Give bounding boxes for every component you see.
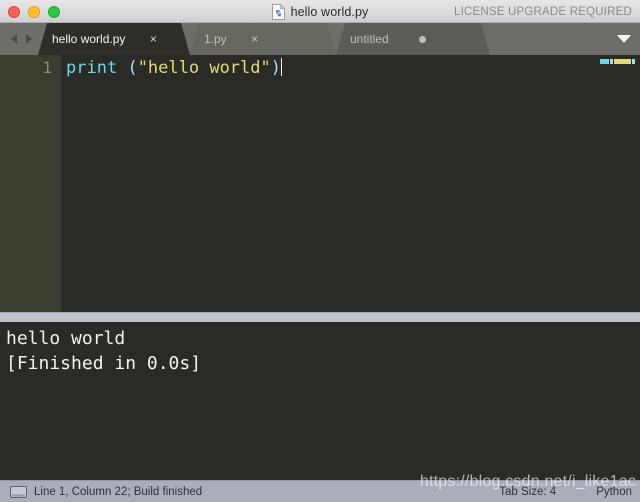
console-monitor-icon[interactable] xyxy=(10,486,27,498)
token-string: "hello world" xyxy=(137,58,271,78)
tab-1-py[interactable]: 1.py × xyxy=(190,23,336,55)
token-close-paren: ) xyxy=(270,58,281,78)
minimap-token xyxy=(610,59,613,64)
tab-overflow-menu[interactable] xyxy=(616,23,632,55)
tab-label: untitled xyxy=(350,32,389,46)
tab-untitled[interactable]: untitled xyxy=(336,23,490,55)
token-open-paren: ( xyxy=(127,58,138,78)
code-minimap[interactable] xyxy=(600,58,636,65)
minimap-token xyxy=(632,59,635,64)
status-right-group: Tab Size: 4 Python xyxy=(499,481,632,502)
tab-label: hello world.py xyxy=(52,32,126,46)
tab-close-icon[interactable]: × xyxy=(147,32,159,46)
token-function: print xyxy=(66,58,118,78)
tab-close-icon[interactable]: × xyxy=(249,32,261,46)
tab-hello-world[interactable]: hello world.py × xyxy=(38,23,190,55)
line-number-gutter: 1 xyxy=(0,55,61,312)
arrow-right-icon[interactable] xyxy=(23,33,34,45)
status-message: Line 1, Column 22; Build finished xyxy=(34,485,203,498)
code-editor[interactable]: 1 print ("hello world") xyxy=(0,55,640,312)
arrow-left-icon[interactable] xyxy=(9,33,20,45)
license-notice[interactable]: LICENSE UPGRADE REQUIRED xyxy=(454,0,632,23)
python-file-icon xyxy=(271,3,285,20)
text-cursor xyxy=(281,58,282,76)
line-number: 1 xyxy=(42,58,52,77)
tab-nav-arrows xyxy=(9,23,34,55)
output-line: hello world xyxy=(6,328,126,349)
close-window-button[interactable] xyxy=(8,6,20,18)
zoom-window-button[interactable] xyxy=(48,6,60,18)
status-bar: Line 1, Column 22; Build finished Tab Si… xyxy=(0,480,640,502)
code-line-1: print ("hello world") xyxy=(66,57,282,79)
window-controls xyxy=(8,6,60,18)
output-line: [Finished in 0.0s] xyxy=(6,353,202,374)
tab-size-indicator[interactable]: Tab Size: 4 xyxy=(499,486,556,498)
tab-bar: hello world.py × 1.py × untitled xyxy=(0,23,640,55)
tab-list: hello world.py × 1.py × untitled xyxy=(38,23,490,55)
minimap-token xyxy=(614,59,631,64)
panel-divider[interactable] xyxy=(0,312,640,322)
window-title: hello world.py xyxy=(290,4,369,19)
sublime-text-window: hello world.py LICENSE UPGRADE REQUIRED … xyxy=(0,0,640,502)
code-area[interactable]: print ("hello world") xyxy=(61,55,640,312)
syntax-indicator[interactable]: Python xyxy=(596,486,632,498)
tab-label: 1.py xyxy=(204,32,227,46)
minimap-token xyxy=(600,59,609,64)
title-bar: hello world.py LICENSE UPGRADE REQUIRED xyxy=(0,0,640,23)
chevron-down-icon[interactable] xyxy=(616,34,632,44)
build-output-panel[interactable]: hello world [Finished in 0.0s] xyxy=(0,322,640,480)
minimize-window-button[interactable] xyxy=(28,6,40,18)
tab-modified-indicator[interactable] xyxy=(418,35,426,43)
